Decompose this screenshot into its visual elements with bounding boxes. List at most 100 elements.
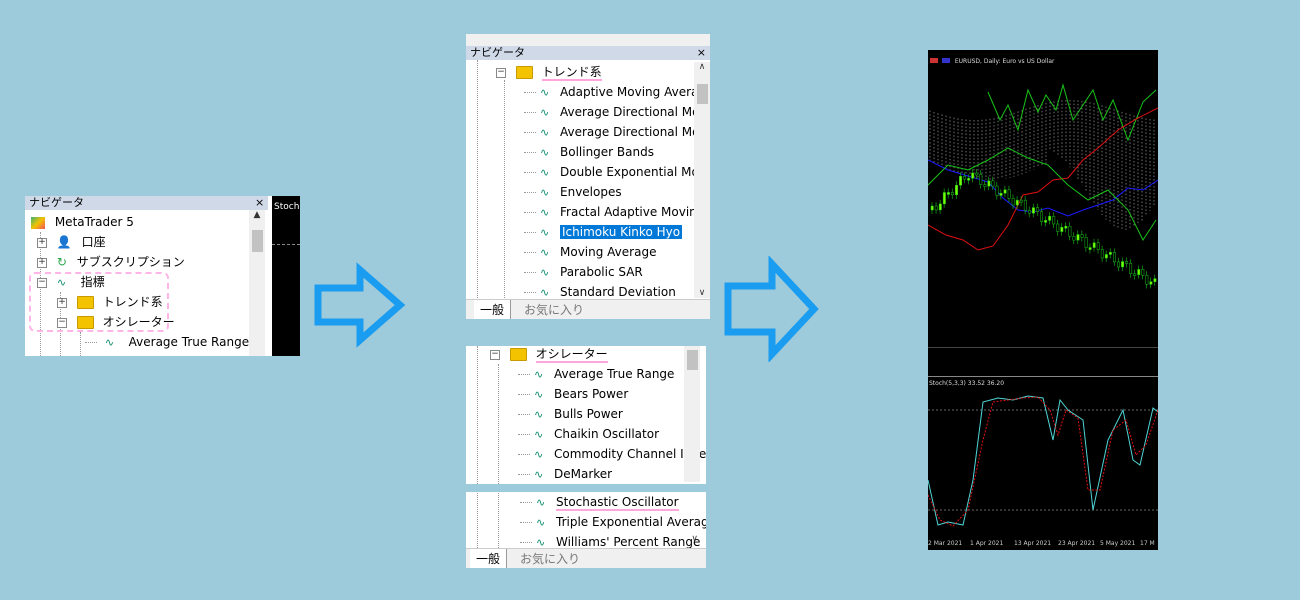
chikou-line [987,83,1157,142]
tab-general[interactable]: 一般 [474,300,512,319]
tree-item-indicator[interactable]: ∿ Adaptive Moving Average [524,82,710,102]
tree-item-indicator[interactable]: ∿ Ichimoku Kinko Hyo [524,222,683,242]
tree-item-label: 指標 [80,275,105,289]
tree-item-oscillator[interactable]: ∿ Chaikin Oscillator [518,424,659,444]
tree-item-label: Average Directional Movement [560,105,710,119]
scrollbar-thumb[interactable] [697,84,708,104]
vertical-scrollbar[interactable]: ∧ ∨ [694,62,710,298]
vertical-scrollbar[interactable]: ▲ [249,210,265,356]
tree-item-label: トレンド系 [541,65,602,81]
candle [1113,252,1116,263]
indicator-icon: ∿ [534,407,544,421]
date-label: 5 May 2021 [1100,540,1136,547]
indicator-icon: ∿ [540,165,550,179]
collapse-icon[interactable]: − [37,277,47,288]
tree-item-label: Bulls Power [554,407,623,421]
tree-folder-trend[interactable]: − トレンド系 [496,62,602,82]
chart-preview: Stoch [272,196,300,356]
tree-item-oscillator[interactable]: ∿ Bulls Power [518,404,623,424]
candle [1040,211,1043,222]
tree-item-label: Standard Deviation [560,285,676,299]
tree-item-account[interactable]: + 👤 口座 [37,232,106,252]
tree-folder-oscillators[interactable]: − オシレーター [490,346,608,364]
price-chart [928,83,1158,289]
tree-item-label: Envelopes [560,185,622,199]
indicator-icon: ∿ [540,185,550,199]
tree-item-indicator[interactable]: ∿ Bollinger Bands [524,142,654,162]
close-icon[interactable]: × [697,46,706,60]
scroll-down-icon[interactable]: ∨ [694,288,710,298]
tree-item-oscillator[interactable]: ∿ DeMarker [518,464,612,484]
tree-item-label: DeMarker [554,467,613,481]
navigator-panel-overview: ナビゲータ × MetaTrader 5 + 👤 口座 + ↻ サブスクリプショ… [25,196,300,356]
candle [1137,269,1141,275]
candle [1011,198,1015,206]
tree-item-indicator[interactable]: ∿ Average Directional Movement [524,122,710,142]
expand-icon[interactable]: + [37,257,47,268]
indicator-icon: ∿ [104,335,115,349]
tree-item-indicator[interactable]: ∿ Parabolic SAR [524,262,643,282]
tree-item-indicator[interactable]: ∿ Double Exponential Moving [524,162,710,182]
tree-item-indicator[interactable]: ∿ Fractal Adaptive Moving [524,202,704,222]
tree-item-indicator[interactable]: ∿ Average Directional Movement [524,102,710,122]
tree-item-label: Ichimoku Kinko Hyo [560,225,683,239]
tree-item-subscription[interactable]: + ↻ サブスクリプション [37,252,185,272]
tree-item-trend[interactable]: + トレンド系 [57,292,163,312]
scrollbar-thumb[interactable] [687,350,698,370]
scroll-up-icon[interactable]: ▲ [249,210,265,220]
vertical-scrollbar[interactable] [684,346,700,482]
tab-general[interactable]: 一般 [470,549,508,568]
candle [1064,225,1068,229]
candle [946,192,950,195]
indicator-icon: ∿ [536,515,546,529]
tree-item-oscillators[interactable]: − オシレーター [57,312,175,332]
date-label: 1 Apr 2021 [970,540,1004,547]
candle [1100,249,1104,259]
candle [983,184,987,187]
stoch-main-line [928,395,1158,526]
tree-item-label: Average True Range [554,367,675,381]
scroll-up-icon[interactable]: ∧ [694,62,710,72]
collapse-icon[interactable]: − [57,317,67,328]
refresh-icon: ↻ [56,255,67,269]
tree-item-label: Moving Average [560,245,657,259]
candle [1117,261,1120,268]
tree-item-indicator[interactable]: ∿ Moving Average [524,242,656,262]
tree-item-oscillator[interactable]: ∿ Stochastic Oscillator [520,492,679,512]
stochastic-chart [928,395,1158,527]
candle [999,192,1003,196]
expand-icon[interactable]: + [37,237,47,248]
navigator-close-button[interactable]: × [255,196,264,209]
tab-favorites[interactable]: お気に入り [514,549,586,568]
tree-item-label: Average Directional Movement [560,125,710,139]
tree-item-oscillator[interactable]: ∿ Triple Exponential Average [520,512,706,532]
candle [955,184,958,196]
indicator-icon: ∿ [534,447,544,461]
tree-item-label: Williams' Percent Range [556,535,701,549]
collapse-icon[interactable]: − [490,349,500,360]
tree-item-indicator[interactable]: ∿ Envelopes [524,182,622,202]
tab-favorites[interactable]: お気に入り [518,300,590,319]
tree-item-oscillator[interactable]: ∿ Bears Power [518,384,628,404]
stoch-signal-line [928,396,1158,527]
indicator-icon: ∿ [534,467,544,481]
tree-item-metatrader5[interactable]: MetaTrader 5 [31,212,134,232]
tree-item-label: MetaTrader 5 [54,215,134,229]
candle [1027,210,1031,214]
tree-item-label: オシレーター [535,347,608,363]
tree-item-label: サブスクリプション [76,255,185,269]
list-break-divider [466,484,706,492]
tree-item-oscillator[interactable]: ∿ Commodity Channel Index [518,444,706,464]
tree-item-indicators[interactable]: − ∿ 指標 [37,272,105,292]
scroll-down-icon[interactable]: ∨ [691,534,698,544]
indicator-icon: ∿ [540,225,550,239]
tree-item-oscillator[interactable]: ∿ Average True Range [518,364,674,384]
expand-icon[interactable]: + [57,297,67,308]
scrollbar-thumb[interactable] [252,230,263,252]
collapse-icon[interactable]: − [496,67,506,78]
date-label: 2 Mar 2021 [928,540,963,547]
panel-top-strip [466,34,710,46]
indicator-icon: ∿ [540,85,550,99]
tree-item-atr[interactable]: ∿ Average True Range [85,332,249,352]
arrow-right-icon [314,262,406,348]
